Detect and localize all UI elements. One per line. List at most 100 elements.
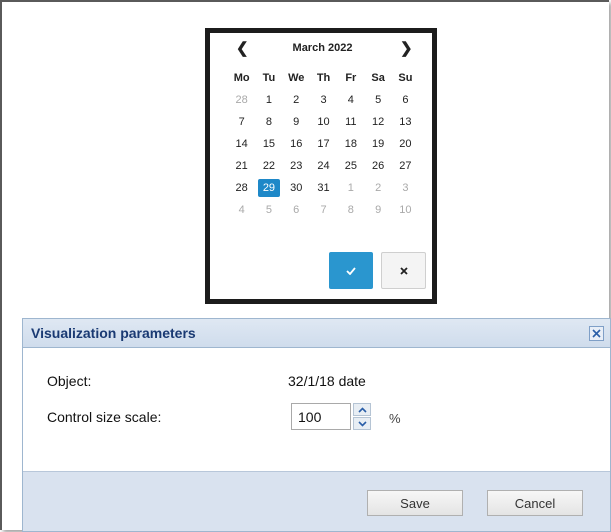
day-cell[interactable]: 1 [255, 94, 282, 106]
day-cell[interactable]: 14 [228, 138, 255, 150]
day-cell[interactable]: 21 [228, 160, 255, 172]
day-cell[interactable]: 15 [255, 138, 282, 150]
chevron-left-icon[interactable]: ❮ [236, 41, 249, 57]
object-label: Object: [47, 373, 92, 389]
visualization-parameters-dialog: Visualization parameters Object: 32/1/18… [22, 318, 611, 532]
day-cell[interactable]: 9 [364, 204, 391, 216]
chevron-down-icon [357, 420, 367, 427]
day-number: 28 [235, 94, 248, 106]
day-cell[interactable]: 27 [392, 160, 419, 172]
weekday-header-row: Mo Tu We Th Fr Sa Su [228, 67, 419, 89]
day-number: 7 [320, 204, 327, 216]
day-number: 25 [344, 160, 357, 172]
day-cell[interactable]: 8 [255, 116, 282, 128]
day-cell[interactable]: 23 [283, 160, 310, 172]
day-number: 8 [347, 204, 354, 216]
chevron-up-icon [357, 406, 367, 413]
day-number: 14 [235, 138, 248, 150]
day-cell[interactable]: 20 [392, 138, 419, 150]
day-cell[interactable]: 9 [283, 116, 310, 128]
day-cell[interactable]: 3 [392, 182, 419, 194]
increment-button[interactable] [353, 403, 371, 416]
object-value: 32/1/18 date [288, 373, 366, 389]
scale-label: Control size scale: [47, 409, 162, 425]
day-number: 22 [262, 160, 276, 172]
calendar-week-row: 4 5 6 7 8 9 10 [228, 199, 419, 221]
day-cell[interactable]: 28 [228, 94, 255, 106]
close-icon [592, 329, 601, 338]
day-number: 11 [345, 116, 357, 128]
cancel-button[interactable]: Cancel [487, 490, 583, 516]
save-button[interactable]: Save [367, 490, 463, 516]
day-cell[interactable]: 1 [337, 182, 364, 194]
day-cell[interactable]: 19 [364, 138, 391, 150]
day-cell[interactable]: 18 [337, 138, 364, 150]
date-picker: ❮ March 2022 ❯ Mo Tu We Th Fr Sa Su 28 1 2 3 4 5 6 7 8… [205, 28, 437, 304]
day-cell[interactable]: 16 [283, 138, 310, 150]
day-cell[interactable]: 5 [255, 204, 282, 216]
day-cell[interactable]: 17 [310, 138, 337, 150]
day-number: 16 [290, 138, 303, 150]
day-number: 2 [293, 94, 300, 106]
day-number: 1 [265, 94, 272, 106]
day-number: 26 [372, 160, 385, 172]
cancel-date-button[interactable] [381, 252, 426, 289]
confirm-date-button[interactable] [329, 252, 373, 289]
day-number: 4 [347, 94, 354, 106]
day-cell[interactable]: 24 [310, 160, 337, 172]
day-cell[interactable]: 8 [337, 204, 364, 216]
day-number: 6 [402, 94, 409, 106]
day-cell[interactable]: 28 [228, 182, 255, 194]
day-cell[interactable]: 26 [364, 160, 391, 172]
day-number: 3 [402, 182, 409, 194]
day-number: 30 [290, 182, 303, 194]
day-cell[interactable]: 25 [337, 160, 364, 172]
day-cell[interactable]: 6 [283, 204, 310, 216]
day-number: 3 [320, 94, 327, 106]
calendar-week-row: 7 8 9 10 11 12 13 [228, 111, 419, 133]
day-number: 27 [399, 160, 412, 172]
day-cell[interactable]: 3 [310, 94, 337, 106]
day-cell[interactable]: 6 [392, 94, 419, 106]
day-cell[interactable]: 30 [283, 182, 310, 194]
day-cell[interactable]: 2 [364, 182, 391, 194]
day-cell[interactable]: 7 [228, 116, 255, 128]
check-icon [346, 266, 356, 275]
calendar-week-row: 21 22 23 24 25 26 27 [228, 155, 419, 177]
chevron-right-icon[interactable]: ❯ [400, 41, 413, 57]
day-cell[interactable]: 22 [255, 160, 282, 172]
day-number: 9 [375, 204, 382, 216]
day-number: 7 [238, 116, 245, 128]
day-number: 5 [375, 94, 382, 106]
dialog-title-bar: Visualization parameters [23, 319, 610, 348]
day-cell[interactable]: 10 [310, 116, 337, 128]
day-cell[interactable]: 10 [392, 204, 419, 216]
selected-day-cell[interactable]: 29 [255, 179, 282, 197]
dialog-footer: Save Cancel [23, 471, 610, 531]
day-number: 28 [235, 182, 248, 194]
day-cell[interactable]: 11 [337, 116, 364, 128]
day-number: 17 [317, 138, 330, 150]
day-number: 31 [317, 182, 330, 194]
day-cell[interactable]: 5 [364, 94, 391, 106]
day-number: 20 [399, 138, 412, 150]
day-cell[interactable]: 12 [364, 116, 391, 128]
weekday-label: Sa [371, 72, 385, 84]
day-cell[interactable]: 4 [337, 94, 364, 106]
close-button[interactable] [589, 326, 604, 341]
decrement-button[interactable] [353, 417, 371, 430]
day-number: 1 [347, 182, 354, 194]
weekday-label: We [288, 72, 305, 84]
weekday-label: Fr [345, 72, 357, 84]
close-x-icon [399, 266, 408, 275]
day-cell[interactable]: 7 [310, 204, 337, 216]
day-cell[interactable]: 2 [283, 94, 310, 106]
day-cell[interactable]: 13 [392, 116, 419, 128]
day-number: 15 [262, 138, 276, 150]
scale-input[interactable] [291, 403, 351, 430]
weekday-label: Mo [233, 72, 250, 84]
day-cell[interactable]: 4 [228, 204, 255, 216]
scale-unit: % [389, 411, 401, 426]
day-cell[interactable]: 31 [310, 182, 337, 194]
scale-stepper [353, 403, 371, 431]
